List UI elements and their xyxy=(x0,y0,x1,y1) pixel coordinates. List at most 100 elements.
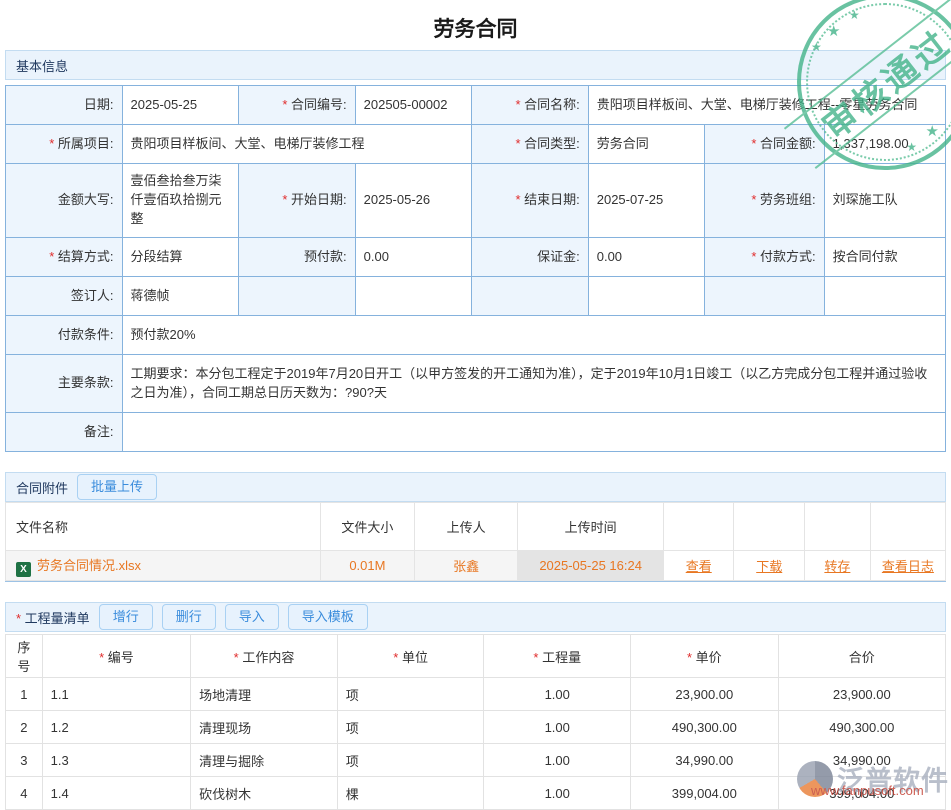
attachments-title: 合同附件 xyxy=(16,478,68,497)
boq-work: 清理与掘除 xyxy=(191,744,338,777)
boq-qty: 1.00 xyxy=(484,744,631,777)
field-value-date: 2025-05-25 xyxy=(122,86,239,125)
boq-header: 工程量清单 增行 删行 导入 导入模板 xyxy=(5,602,946,632)
field-value-amount-in-words: 壹佰叁拾叁万柒仟壹佰玖拾捌元整 xyxy=(122,164,239,238)
field-value-main-clauses: 工期要求：本分包工程定于2019年7月20日开工（以甲方签发的开工通知为准），定… xyxy=(122,355,945,413)
field-value-end-date: 2025-07-25 xyxy=(588,164,705,238)
boq-seq: 2 xyxy=(6,711,43,744)
import-button[interactable]: 导入 xyxy=(225,604,279,630)
boq-unit: 项 xyxy=(337,711,484,744)
field-label-contract-type: 合同类型: xyxy=(472,125,589,164)
basic-info-section: 基本信息 日期: 2025-05-25 合同编号: 202505-00002 合… xyxy=(5,50,946,452)
field-label-payment-terms: 付款条件: xyxy=(6,316,123,355)
field-value-empty xyxy=(824,277,945,316)
field-value-advance-payment: 0.00 xyxy=(355,238,472,277)
delete-row-button[interactable]: 删行 xyxy=(162,604,216,630)
field-label-end-date: 结束日期: xyxy=(472,164,589,238)
import-template-button[interactable]: 导入模板 xyxy=(288,604,368,630)
col-code: 编号 xyxy=(42,635,191,678)
boq-code: 1.1 xyxy=(42,678,191,711)
field-label-contract-amount: 合同金额: xyxy=(705,125,824,164)
col-seq: 序号 xyxy=(6,635,43,678)
boq-work: 场地清理 xyxy=(191,678,338,711)
attachment-file-name[interactable]: 劳务合同情况.xlsx xyxy=(37,558,141,573)
col-upload-time: 上传时间 xyxy=(518,503,664,551)
download-link[interactable]: 下载 xyxy=(756,559,782,574)
boq-total: 34,990.00 xyxy=(778,744,945,777)
field-value-contract-name: 贵阳项目样板间、大堂、电梯厅装修工程--零星劳务合同 xyxy=(588,86,945,125)
field-label-labor-team: 劳务班组: xyxy=(705,164,824,238)
boq-row: 4 1.4 砍伐树木 棵 1.00 399,004.00 399,004.00 xyxy=(6,777,946,810)
boq-row: 2 1.2 清理现场 项 1.00 490,300.00 490,300.00 xyxy=(6,711,946,744)
attachment-upload-time: 2025-05-25 16:24 xyxy=(518,551,664,581)
basic-info-table: 日期: 2025-05-25 合同编号: 202505-00002 合同名称: … xyxy=(5,85,946,452)
boq-price: 34,990.00 xyxy=(631,744,779,777)
boq-total: 23,900.00 xyxy=(778,678,945,711)
field-label-empty xyxy=(472,277,589,316)
col-action xyxy=(870,503,945,551)
field-value-deposit: 0.00 xyxy=(588,238,705,277)
view-log-link[interactable]: 查看日志 xyxy=(882,559,934,574)
add-row-button[interactable]: 增行 xyxy=(99,604,153,630)
boq-work: 清理现场 xyxy=(191,711,338,744)
field-label-settlement-method: 结算方式: xyxy=(6,238,123,277)
field-label-start-date: 开始日期: xyxy=(239,164,356,238)
transfer-link[interactable]: 转存 xyxy=(824,559,850,574)
field-value-remarks xyxy=(122,413,945,452)
attachment-file-size: 0.01M xyxy=(320,551,414,581)
field-value-signer: 蒋德帧 xyxy=(122,277,239,316)
attachments-header: 合同附件 批量上传 xyxy=(5,472,946,502)
col-unit: 单位 xyxy=(337,635,484,678)
field-value-payment-terms: 预付款20% xyxy=(122,316,945,355)
field-label-amount-in-words: 金额大写: xyxy=(6,164,123,238)
attachment-row: X劳务合同情况.xlsx 0.01M 张鑫 2025-05-25 16:24 查… xyxy=(6,551,946,581)
basic-info-title: 基本信息 xyxy=(16,56,68,75)
field-label-empty xyxy=(705,277,824,316)
attachments-section: 合同附件 批量上传 文件名称 文件大小 上传人 上传时间 X劳务合同情况.xls… xyxy=(5,472,946,582)
field-label-deposit: 保证金: xyxy=(472,238,589,277)
field-value-contract-type: 劳务合同 xyxy=(588,125,705,164)
attachment-uploader: 张鑫 xyxy=(414,551,517,581)
boq-seq: 4 xyxy=(6,777,43,810)
col-file-name: 文件名称 xyxy=(6,503,321,551)
boq-seq: 1 xyxy=(6,678,43,711)
boq-total: 490,300.00 xyxy=(778,711,945,744)
field-label-contract-name: 合同名称: xyxy=(472,86,589,125)
boq-unit: 棵 xyxy=(337,777,484,810)
boq-unit: 项 xyxy=(337,744,484,777)
col-work-content: 工作内容 xyxy=(191,635,338,678)
field-value-labor-team: 刘琛施工队 xyxy=(824,164,945,238)
boq-table: 序号 编号 工作内容 单位 工程量 单价 合价 1 1.1 场地清理 项 1.0… xyxy=(5,634,946,810)
boq-unit: 项 xyxy=(337,678,484,711)
col-action xyxy=(734,503,805,551)
field-value-empty xyxy=(355,277,472,316)
boq-price: 490,300.00 xyxy=(631,711,779,744)
col-file-size: 文件大小 xyxy=(320,503,414,551)
field-label-date: 日期: xyxy=(6,86,123,125)
boq-title: 工程量清单 xyxy=(16,608,90,627)
field-value-payment-method: 按合同付款 xyxy=(824,238,945,277)
boq-work: 砍伐树木 xyxy=(191,777,338,810)
page-title: 劳务合同 xyxy=(0,0,951,50)
field-value-contract-no: 202505-00002 xyxy=(355,86,472,125)
view-link[interactable]: 查看 xyxy=(686,559,712,574)
basic-info-header: 基本信息 xyxy=(5,50,946,80)
col-action xyxy=(663,503,734,551)
field-label-main-clauses: 主要条款: xyxy=(6,355,123,413)
boq-total: 399,004.00 xyxy=(778,777,945,810)
boq-code: 1.4 xyxy=(42,777,191,810)
boq-qty: 1.00 xyxy=(484,678,631,711)
boq-row: 1 1.1 场地清理 项 1.00 23,900.00 23,900.00 xyxy=(6,678,946,711)
field-label-signer: 签订人: xyxy=(6,277,123,316)
attachments-table: 文件名称 文件大小 上传人 上传时间 X劳务合同情况.xlsx 0.01M 张鑫… xyxy=(5,502,946,581)
field-label-project: 所属项目: xyxy=(6,125,123,164)
col-uploader: 上传人 xyxy=(414,503,517,551)
field-value-settlement-method: 分段结算 xyxy=(122,238,239,277)
field-value-start-date: 2025-05-26 xyxy=(355,164,472,238)
col-unit-price: 单价 xyxy=(631,635,779,678)
batch-upload-button[interactable]: 批量上传 xyxy=(77,474,157,500)
attachment-file-cell[interactable]: X劳务合同情况.xlsx xyxy=(6,551,321,581)
field-label-advance-payment: 预付款: xyxy=(239,238,356,277)
field-value-project: 贵阳项目样板间、大堂、电梯厅装修工程 xyxy=(122,125,472,164)
field-label-contract-no: 合同编号: xyxy=(239,86,356,125)
